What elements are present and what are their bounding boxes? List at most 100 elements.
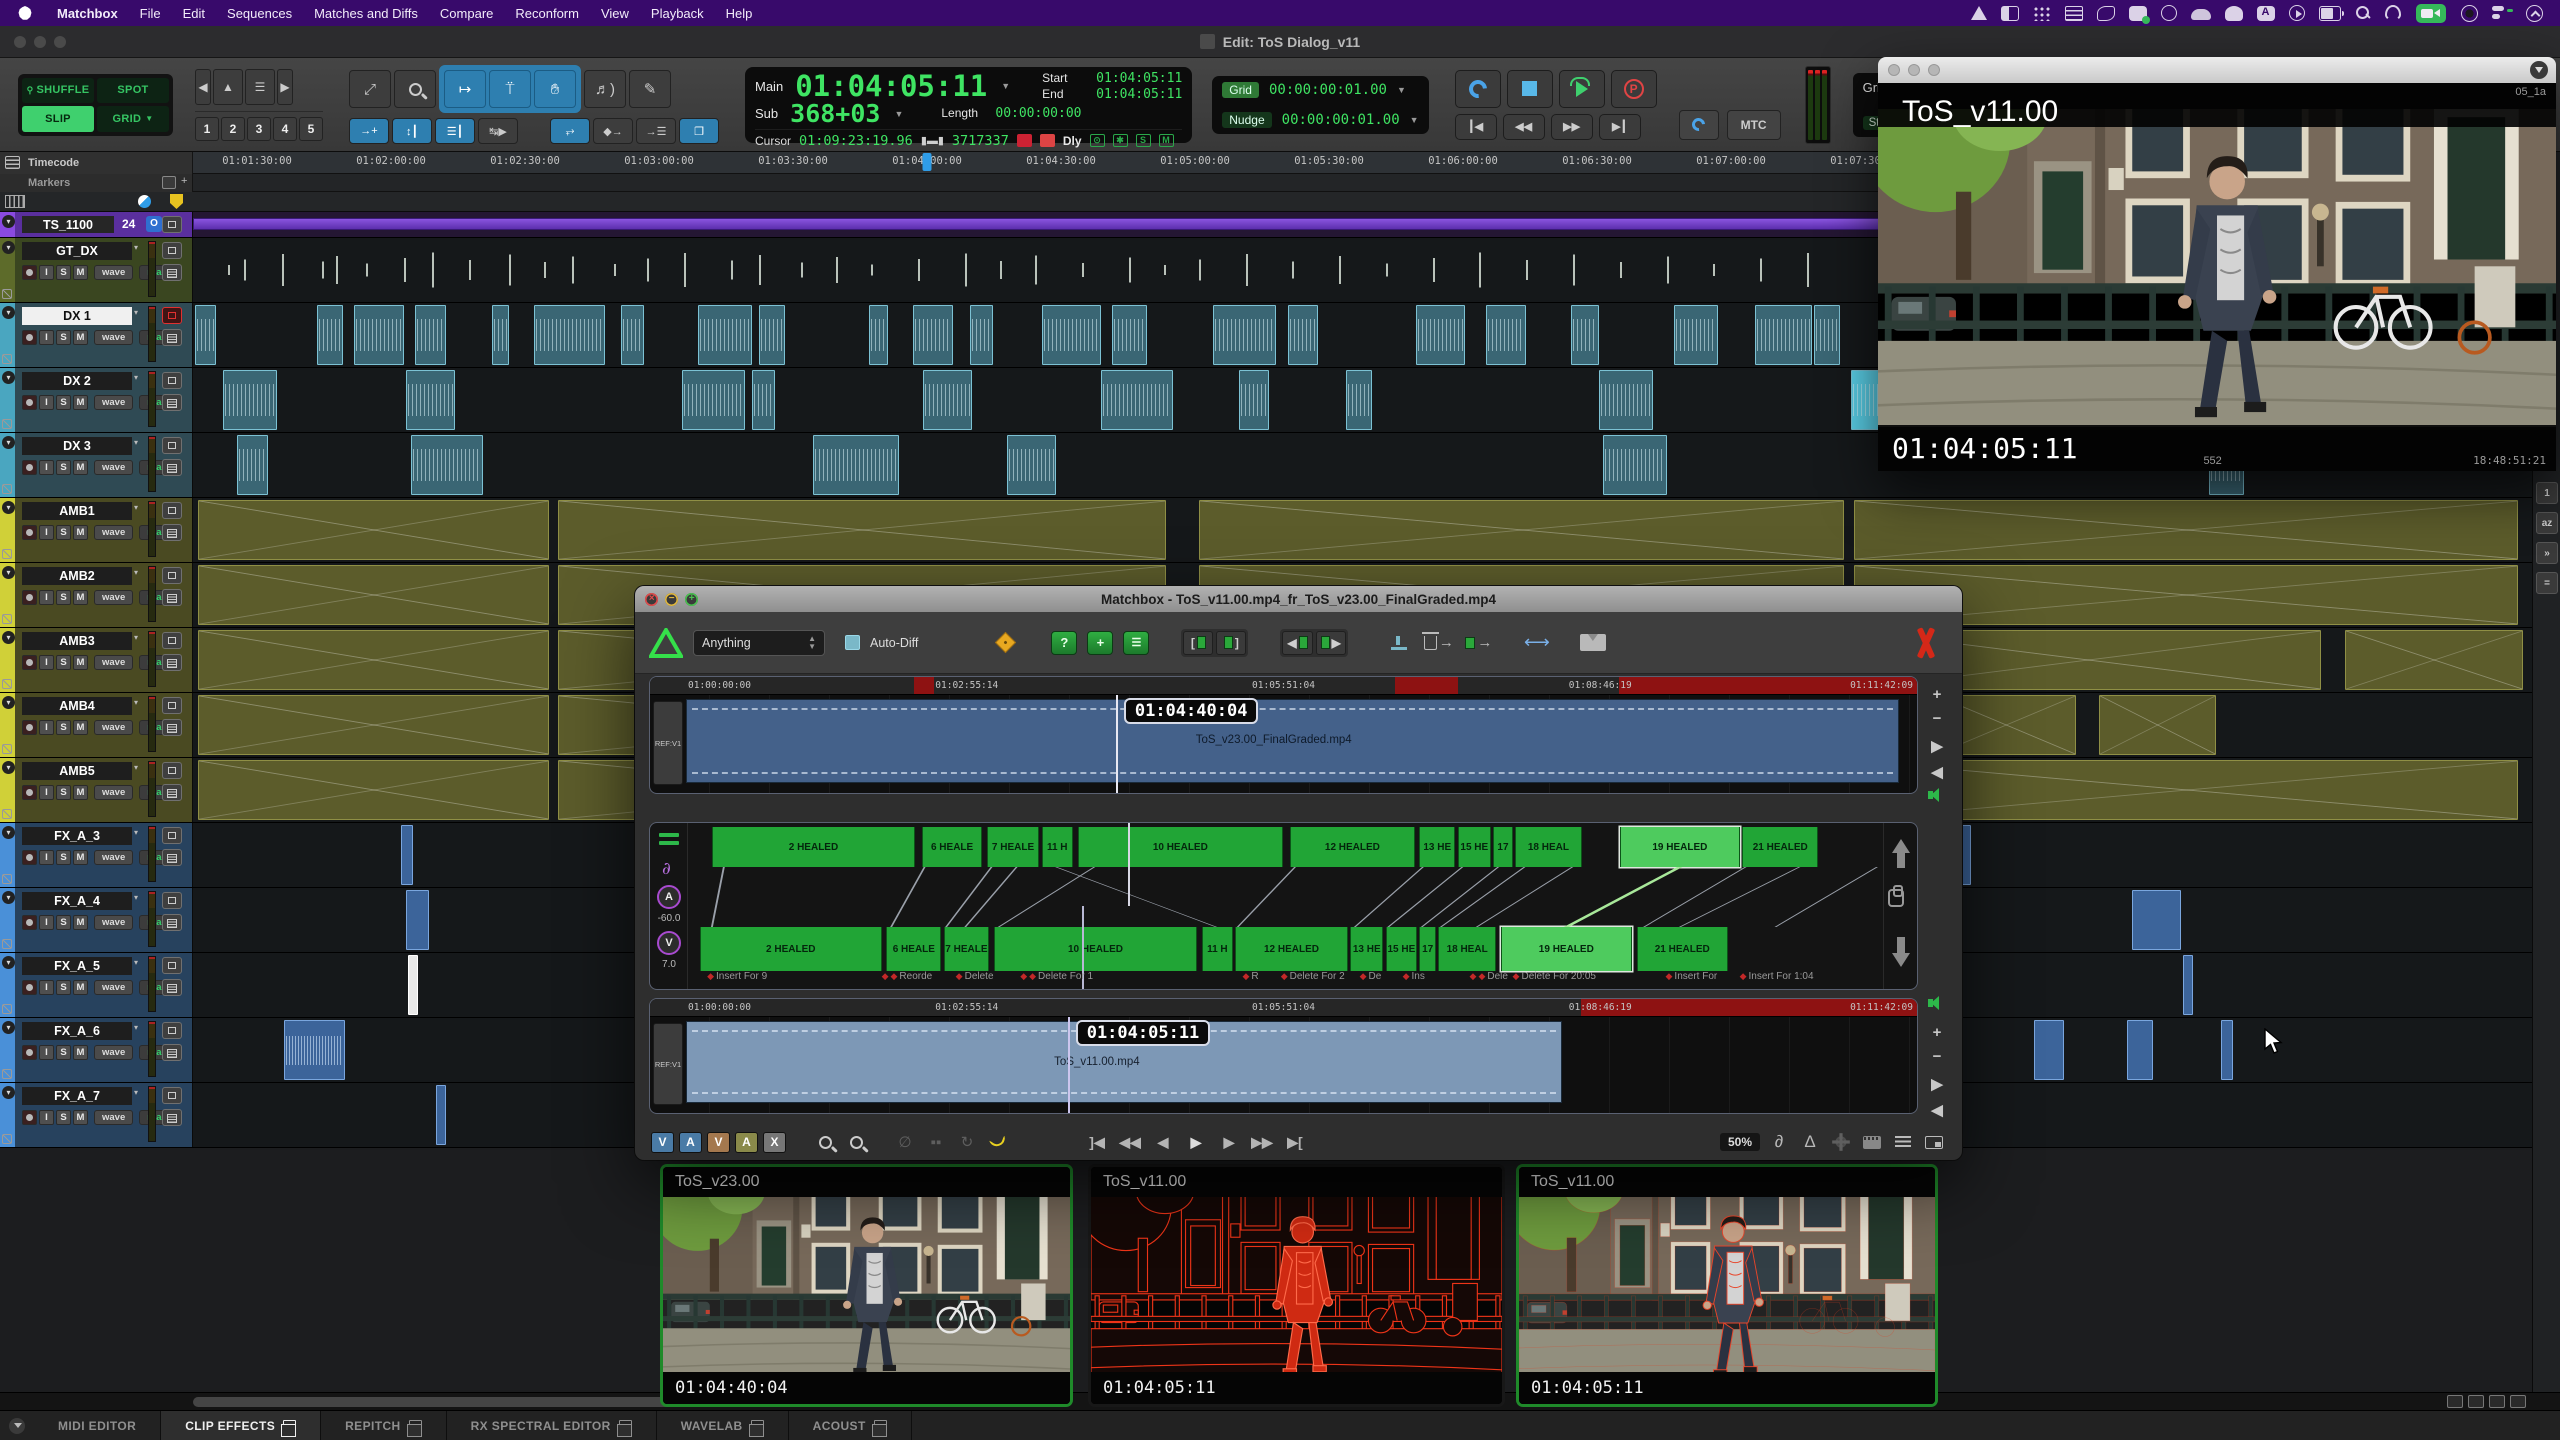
track-view-selector[interactable]: wave <box>94 1110 133 1125</box>
track-collapse-button[interactable]: ▾ <box>2 306 15 319</box>
audio-clip[interactable] <box>759 305 785 365</box>
record-safe-button[interactable] <box>162 307 182 324</box>
step-back-button[interactable]: ◀ <box>1282 631 1312 655</box>
mute-button[interactable]: M <box>73 330 88 345</box>
zoom-in-button[interactable]: + <box>1924 1020 1950 1044</box>
input-monitor-button[interactable]: I <box>39 720 54 735</box>
input-monitor-button[interactable]: I <box>39 395 54 410</box>
chevron-down-icon[interactable]: ▾ <box>134 958 138 967</box>
track-view-button[interactable] <box>162 827 182 844</box>
menu-reconform[interactable]: Reconform <box>504 0 590 26</box>
edit-marker[interactable]: ◆De <box>1360 971 1382 982</box>
chevron-down-icon[interactable]: ▾ <box>134 373 138 382</box>
audio-clip[interactable] <box>415 305 445 365</box>
solo-button[interactable]: S <box>56 590 71 605</box>
play-circle-icon[interactable] <box>2289 5 2305 21</box>
track-view-button[interactable] <box>162 567 182 584</box>
timeline-insertion-icon[interactable] <box>1017 134 1032 147</box>
input-monitor-button[interactable]: I <box>39 655 54 670</box>
link-track-button[interactable]: ◆→ <box>593 118 633 144</box>
return-to-zero-button[interactable]: ┃◀ <box>1455 114 1497 140</box>
zoom-preset-2[interactable]: 2 <box>221 117 245 141</box>
menu-sequences[interactable]: Sequences <box>216 0 303 26</box>
solo-button[interactable]: S <box>56 525 71 540</box>
track-view-button[interactable] <box>162 502 182 519</box>
partial-icon[interactable]: ∂ <box>1767 1132 1791 1152</box>
tab-repitch[interactable]: REPITCH <box>321 1411 446 1440</box>
chevron-down-icon[interactable]: ▾ <box>134 568 138 577</box>
edit-insertion-icon[interactable] <box>1040 134 1055 147</box>
viewer-titlebar[interactable] <box>1878 57 2556 83</box>
mute-button[interactable]: M <box>73 980 88 995</box>
wrench-icon[interactable] <box>2 289 12 299</box>
menu-view[interactable]: View <box>590 0 640 26</box>
channel-button-a[interactable]: A <box>679 1132 702 1153</box>
audio-clip[interactable] <box>198 500 549 560</box>
control-center-chevron-icon[interactable] <box>2526 5 2543 22</box>
input-monitor-button[interactable]: I <box>39 980 54 995</box>
step-forward-button[interactable]: ▶ <box>1316 631 1346 655</box>
mute-button[interactable]: M <box>73 525 88 540</box>
audio-clip[interactable] <box>1213 305 1276 365</box>
audio-clip[interactable] <box>2132 890 2181 950</box>
comments-button[interactable] <box>162 849 182 866</box>
audio-gain-knob[interactable]: A <box>657 885 681 909</box>
wrench-icon[interactable] <box>2 1069 12 1079</box>
close-icon[interactable]: × <box>645 593 658 606</box>
healed-match-block[interactable]: 11 H <box>1202 927 1233 971</box>
comparison-thumbnail-3[interactable]: ToS_v11.00 01:04:05:11 <box>1519 1167 1935 1404</box>
audio-clip[interactable] <box>354 305 403 365</box>
comments-button[interactable] <box>162 459 182 476</box>
mute-button[interactable]: M <box>73 720 88 735</box>
wrench-icon[interactable] <box>2 1004 12 1014</box>
chevron-down-icon[interactable]: ▾ <box>134 1023 138 1032</box>
zoom-out-button[interactable]: − <box>1924 706 1950 730</box>
marker-box-icon[interactable] <box>162 176 176 189</box>
chevron-down-icon[interactable]: ▾ <box>134 1088 138 1097</box>
main-counter-value[interactable]: 01:04:05:11 <box>795 72 987 100</box>
wrench-icon[interactable] <box>2 484 12 494</box>
edit-window-side-button-1[interactable]: 1 <box>2536 482 2558 504</box>
popout-chevron-icon[interactable] <box>2530 61 2548 79</box>
selector-tool-button[interactable]: ⍡ <box>489 70 531 108</box>
track-collapse-button[interactable]: ▾ <box>2 436 15 449</box>
track-collapse-button[interactable]: ▾ <box>2 891 15 904</box>
edit-window-side-button-[interactable]: » <box>2536 542 2558 564</box>
track-header[interactable]: ▾FX_A_3▾ISMwaveread <box>0 823 193 887</box>
record-enable-button[interactable] <box>22 1045 37 1060</box>
audio-clip[interactable] <box>1599 370 1653 430</box>
prev-button[interactable]: ◀ <box>1924 1098 1950 1122</box>
prev-fast-button[interactable]: ◀◀ <box>1117 1134 1143 1151</box>
spot-mode-button[interactable]: SPOT <box>97 78 169 104</box>
audio-clip[interactable] <box>1571 305 1599 365</box>
track-collapse-button[interactable]: ▾ <box>2 761 15 774</box>
healed-match-block[interactable]: 17 <box>1419 927 1436 971</box>
audio-clip[interactable] <box>698 305 752 365</box>
record-enable-button[interactable] <box>22 915 37 930</box>
track-header[interactable]: ▾DX 2▾ISMwaveread <box>0 368 193 432</box>
comments-button[interactable] <box>162 264 182 281</box>
audio-clip[interactable] <box>317 305 343 365</box>
partial-icon[interactable]: ∂ <box>662 859 671 879</box>
comments-button[interactable] <box>162 394 182 411</box>
audio-clip[interactable] <box>401 825 413 885</box>
edit-marker[interactable]: ◆Insert For 9 <box>707 971 767 982</box>
solo-button[interactable]: S <box>56 980 71 995</box>
sequence-playhead[interactable] <box>1116 695 1118 793</box>
record-enable-button[interactable] <box>22 655 37 670</box>
channel-button-v[interactable]: V <box>651 1132 674 1153</box>
audio-clip[interactable] <box>970 305 993 365</box>
audio-clip[interactable] <box>237 435 267 495</box>
edit-window-titlebar[interactable]: Edit: ToS Dialog_v11 <box>0 26 2560 58</box>
zoom-in-button[interactable]: + <box>1924 682 1950 706</box>
battery-icon[interactable] <box>2319 6 2341 21</box>
track-collapse-button[interactable]: ▾ <box>2 696 15 709</box>
audio-clip[interactable] <box>1961 825 1970 885</box>
chevron-down-icon[interactable]: ▾ <box>134 503 138 512</box>
window-tiles-icon[interactable] <box>2001 6 2019 21</box>
track-collapse-button[interactable]: ▾ <box>2 1021 15 1034</box>
track-name[interactable]: TS_1100 <box>22 216 114 233</box>
mail-button[interactable] <box>1578 630 1608 656</box>
zoom-preset-1[interactable]: 1 <box>195 117 219 141</box>
apple-menu-icon[interactable] <box>18 6 32 20</box>
